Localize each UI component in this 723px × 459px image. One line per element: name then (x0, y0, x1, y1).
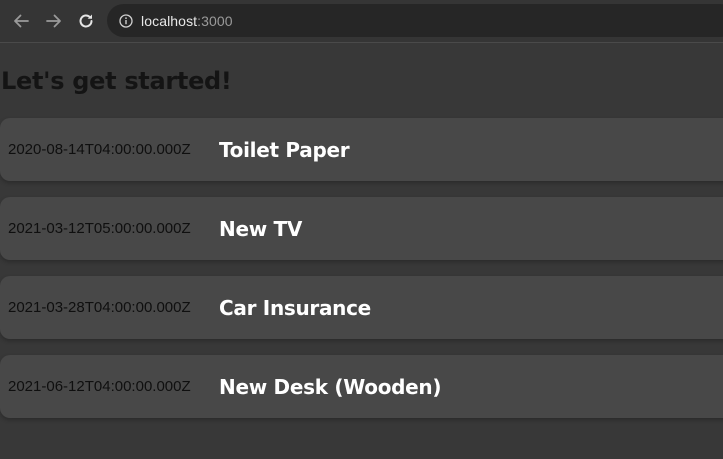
list-item[interactable]: 2020-08-14T04:00:00.000Z Toilet Paper (0, 118, 723, 181)
page-title: Let's get started! (1, 67, 232, 95)
page-content: Let's get started! 2020-08-14T04:00:00.0… (0, 43, 723, 459)
item-date: 2021-06-12T04:00:00.000Z (8, 378, 191, 395)
url-host: localhost (141, 12, 198, 29)
address-bar[interactable]: localhost:3000 (107, 4, 723, 37)
list-item[interactable]: 2021-03-28T04:00:00.000Z Car Insurance (0, 276, 723, 339)
item-date: 2021-03-12T05:00:00.000Z (8, 220, 191, 237)
item-date: 2020-08-14T04:00:00.000Z (8, 141, 191, 158)
item-name: Car Insurance (219, 295, 371, 320)
reload-button[interactable] (75, 10, 97, 32)
browser-toolbar: localhost:3000 (0, 0, 723, 43)
item-name: Toilet Paper (219, 137, 350, 162)
url-text: localhost:3000 (141, 13, 233, 29)
arrow-left-icon (14, 14, 29, 28)
list-item[interactable]: 2021-06-12T04:00:00.000Z New Desk (Woode… (0, 355, 723, 418)
info-icon[interactable] (119, 13, 133, 28)
item-date: 2021-03-28T04:00:00.000Z (8, 299, 191, 316)
forward-button[interactable] (43, 10, 65, 32)
back-button[interactable] (10, 10, 32, 32)
item-name: New TV (219, 216, 303, 241)
url-port: :3000 (197, 12, 233, 29)
list-item[interactable]: 2021-03-12T05:00:00.000Z New TV (0, 197, 723, 260)
item-name: New Desk (Wooden) (219, 374, 442, 399)
reload-icon (79, 14, 93, 28)
arrow-right-icon (46, 14, 61, 28)
